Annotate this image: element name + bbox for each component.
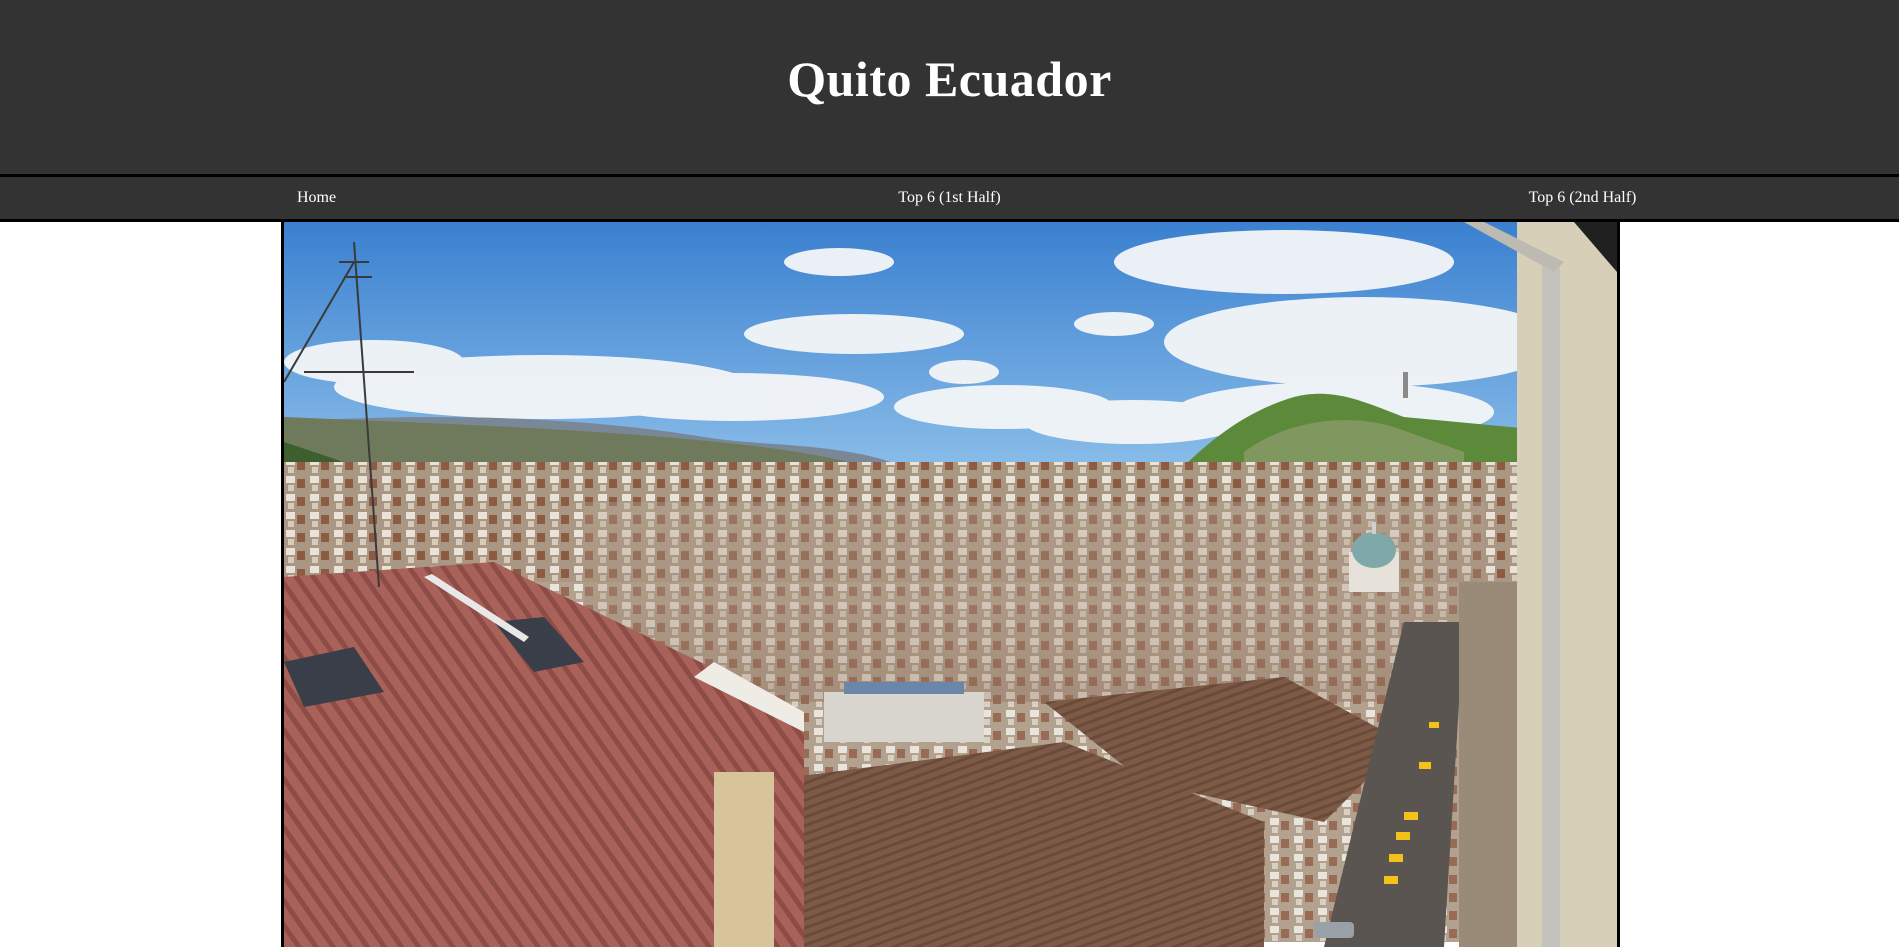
city-panorama-image	[284, 222, 1617, 947]
nav-item-top6-first-half[interactable]: Top 6 (1st Half)	[633, 177, 1266, 219]
drain-pipe	[1542, 262, 1560, 947]
statue	[1403, 372, 1408, 398]
right-buildings	[1459, 582, 1517, 947]
foreground-wall	[1517, 222, 1617, 947]
site-header: Quito Ecuador	[0, 0, 1899, 174]
nav-item-top6-second-half[interactable]: Top 6 (2nd Half)	[1266, 177, 1899, 219]
nav-item-home[interactable]: Home	[0, 177, 633, 219]
hero-photo	[281, 222, 1620, 947]
main-navigation: Home Top 6 (1st Half) Top 6 (2nd Half)	[0, 174, 1899, 222]
page-title: Quito Ecuador	[787, 51, 1112, 107]
